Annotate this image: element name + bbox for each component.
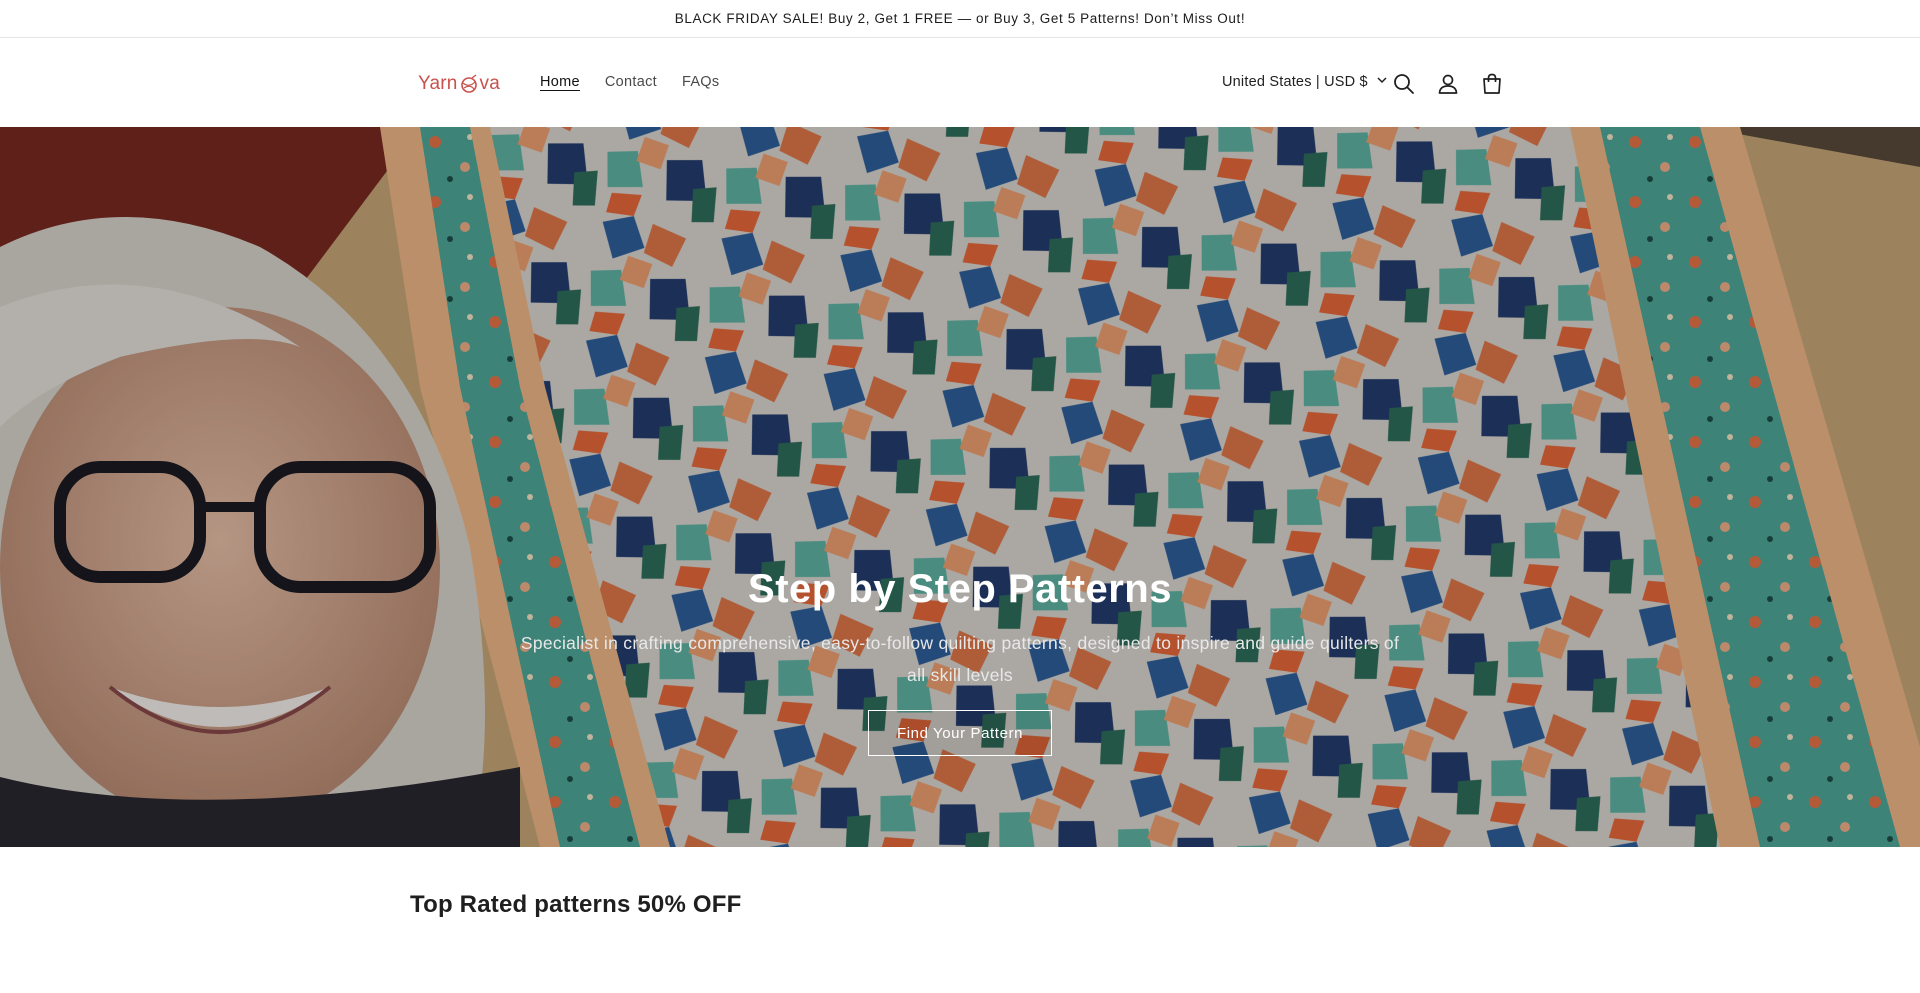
search-icon[interactable] xyxy=(1391,71,1417,97)
logo-text-end: va xyxy=(479,73,500,94)
nav-contact[interactable]: Contact xyxy=(605,74,657,90)
site-header: Yarn va Home Contact FAQs United States … xyxy=(0,38,1920,127)
yarn-ball-icon xyxy=(459,74,479,94)
cart-icon[interactable] xyxy=(1479,71,1505,97)
nav-home[interactable]: Home xyxy=(540,74,580,90)
hero-banner: Step by Step Patterns Specialist in craf… xyxy=(0,127,1920,847)
nav-faqs[interactable]: FAQs xyxy=(682,74,719,90)
featured-section-title: Top Rated patterns 50% OFF xyxy=(410,891,742,918)
announcement-bar: BLACK FRIDAY SALE! Buy 2, Get 1 FREE — o… xyxy=(0,0,1920,38)
main-nav: Home Contact FAQs xyxy=(540,74,744,90)
hero-subtitle: Specialist in crafting comprehensive, ea… xyxy=(520,633,1400,685)
logo-text-start: Yarn xyxy=(418,73,458,94)
hero-title: Step by Step Patterns xyxy=(748,567,1172,611)
chevron-down-icon xyxy=(1376,74,1388,90)
announcement-text: BLACK FRIDAY SALE! Buy 2, Get 1 FREE — o… xyxy=(674,11,1246,26)
site-logo[interactable]: Yarn va xyxy=(418,70,500,98)
country-selector[interactable]: United States | USD $ xyxy=(1222,74,1388,90)
find-your-pattern-button[interactable]: Find Your Pattern xyxy=(868,710,1052,756)
country-selector-label: United States | USD $ xyxy=(1222,74,1368,90)
account-icon[interactable] xyxy=(1435,71,1461,97)
